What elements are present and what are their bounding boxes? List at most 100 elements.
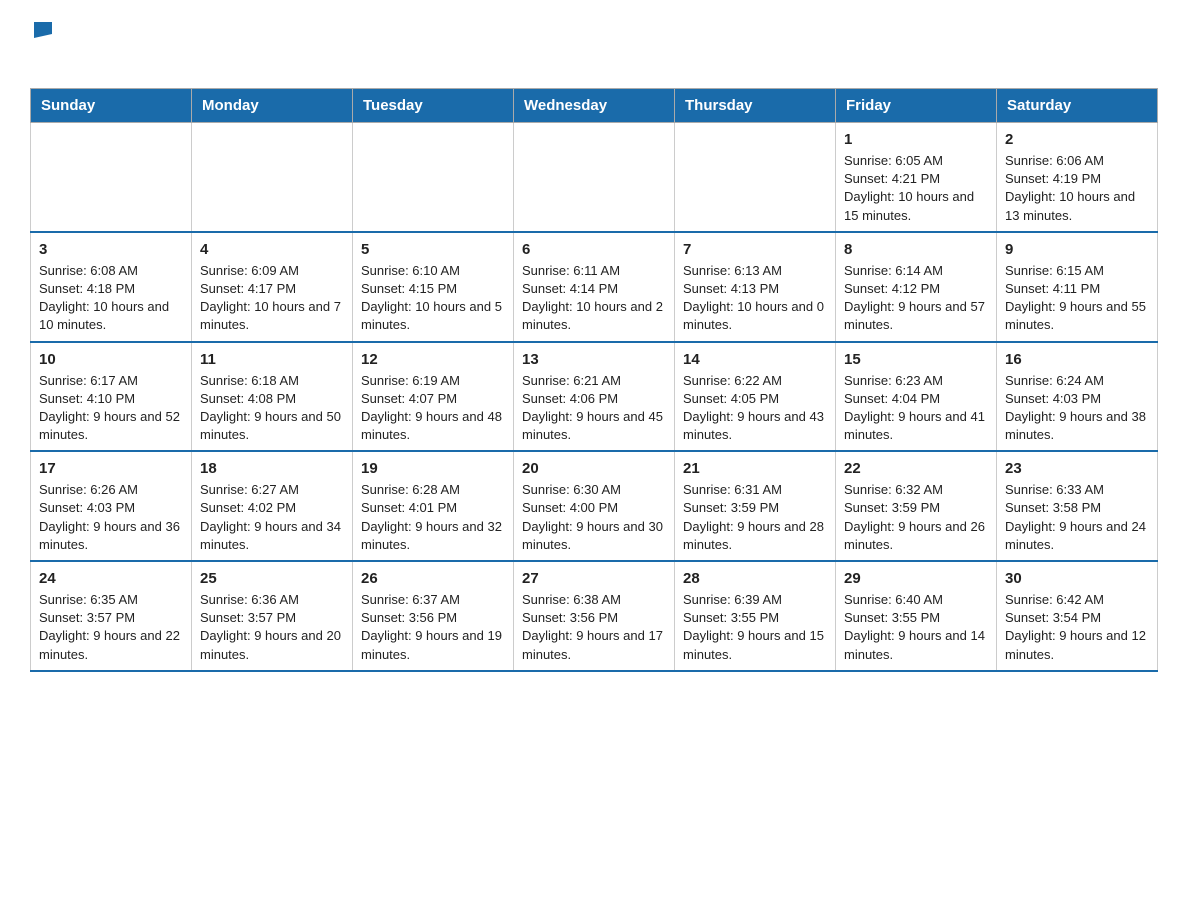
day-info: Sunrise: 6:30 AM Sunset: 4:00 PM Dayligh…	[522, 482, 663, 552]
day-number: 8	[844, 239, 988, 260]
calendar-cell: 1 Sunrise: 6:05 AM Sunset: 4:21 PM Daylig…	[836, 123, 997, 232]
calendar-cell	[514, 123, 675, 232]
day-number: 9	[1005, 239, 1149, 260]
weekday-header-monday: Monday	[192, 89, 353, 123]
day-number: 22	[844, 458, 988, 479]
day-number: 30	[1005, 568, 1149, 589]
day-number: 24	[39, 568, 183, 589]
day-number: 4	[200, 239, 344, 260]
day-number: 2	[1005, 129, 1149, 150]
day-number: 16	[1005, 349, 1149, 370]
calendar-cell: 22 Sunrise: 6:32 AM Sunset: 3:59 PM Dayli…	[836, 451, 997, 561]
calendar-cell: 27 Sunrise: 6:38 AM Sunset: 3:56 PM Dayli…	[514, 561, 675, 671]
calendar-cell: 25Sunrise: 6:36 AM Sunset: 3:57 PM Dayli…	[192, 561, 353, 671]
calendar-cell	[353, 123, 514, 232]
day-number: 6	[522, 239, 666, 260]
day-info: Sunrise: 6:05 AM Sunset: 4:21 PM Dayligh…	[844, 153, 974, 223]
calendar-cell: 18 Sunrise: 6:27 AM Sunset: 4:02 PM Dayli…	[192, 451, 353, 561]
day-number: 1	[844, 129, 988, 150]
day-number: 23	[1005, 458, 1149, 479]
day-info: Sunrise: 6:42 AM Sunset: 3:54 PM Dayligh…	[1005, 592, 1146, 662]
calendar-cell: 14 Sunrise: 6:22 AM Sunset: 4:05 PM Dayli…	[675, 342, 836, 452]
calendar-cell: 29 Sunrise: 6:40 AM Sunset: 3:55 PM Dayli…	[836, 561, 997, 671]
calendar-cell	[675, 123, 836, 232]
week-row-5: 24 Sunrise: 6:35 AM Sunset: 3:57 PM Dayli…	[31, 561, 1158, 671]
day-number: 20	[522, 458, 666, 479]
day-info: Sunrise: 6:35 AM Sunset: 3:57 PM Dayligh…	[39, 592, 180, 662]
day-number: 12	[361, 349, 505, 370]
calendar-cell: 28 Sunrise: 6:39 AM Sunset: 3:55 PM Dayli…	[675, 561, 836, 671]
day-number: 5	[361, 239, 505, 260]
calendar-cell: 21 Sunrise: 6:31 AM Sunset: 3:59 PM Dayli…	[675, 451, 836, 561]
page-header	[30, 20, 1158, 68]
day-number: 26	[361, 568, 505, 589]
calendar-cell: 13 Sunrise: 6:21 AM Sunset: 4:06 PM Dayli…	[514, 342, 675, 452]
day-info: Sunrise: 6:11 AM Sunset: 4:14 PM Dayligh…	[522, 263, 663, 333]
day-number: 7	[683, 239, 827, 260]
week-row-2: 3 Sunrise: 6:08 AM Sunset: 4:18 PM Daylig…	[31, 232, 1158, 342]
day-info: Sunrise: 6:18 AM Sunset: 4:08 PM Dayligh…	[200, 373, 341, 443]
day-number: 15	[844, 349, 988, 370]
week-row-4: 17Sunrise: 6:26 AM Sunset: 4:03 PM Dayli…	[31, 451, 1158, 561]
day-info: Sunrise: 6:08 AM Sunset: 4:18 PM Dayligh…	[39, 263, 169, 333]
day-info: Sunrise: 6:23 AM Sunset: 4:04 PM Dayligh…	[844, 373, 985, 443]
day-info: Sunrise: 6:37 AM Sunset: 3:56 PM Dayligh…	[361, 592, 502, 662]
day-info: Sunrise: 6:40 AM Sunset: 3:55 PM Dayligh…	[844, 592, 985, 662]
calendar-cell: 3 Sunrise: 6:08 AM Sunset: 4:18 PM Daylig…	[31, 232, 192, 342]
day-number: 18	[200, 458, 344, 479]
weekday-header-tuesday: Tuesday	[353, 89, 514, 123]
day-info: Sunrise: 6:15 AM Sunset: 4:11 PM Dayligh…	[1005, 263, 1146, 333]
calendar-cell: 24 Sunrise: 6:35 AM Sunset: 3:57 PM Dayli…	[31, 561, 192, 671]
calendar-cell: 5 Sunrise: 6:10 AM Sunset: 4:15 PM Daylig…	[353, 232, 514, 342]
calendar-cell: 26 Sunrise: 6:37 AM Sunset: 3:56 PM Dayli…	[353, 561, 514, 671]
logo-flag-icon	[32, 20, 54, 42]
day-info: Sunrise: 6:31 AM Sunset: 3:59 PM Dayligh…	[683, 482, 824, 552]
day-info: Sunrise: 6:28 AM Sunset: 4:01 PM Dayligh…	[361, 482, 502, 552]
day-number: 21	[683, 458, 827, 479]
calendar-cell: 30 Sunrise: 6:42 AM Sunset: 3:54 PM Dayli…	[997, 561, 1158, 671]
calendar-table: SundayMondayTuesdayWednesdayThursdayFrid…	[30, 88, 1158, 672]
calendar-cell	[192, 123, 353, 232]
weekday-header-friday: Friday	[836, 89, 997, 123]
calendar-cell: 8 Sunrise: 6:14 AM Sunset: 4:12 PM Daylig…	[836, 232, 997, 342]
calendar-cell: 4Sunrise: 6:09 AM Sunset: 4:17 PM Daylig…	[192, 232, 353, 342]
weekday-header-sunday: Sunday	[31, 89, 192, 123]
day-number: 3	[39, 239, 183, 260]
calendar-cell: 11 Sunrise: 6:18 AM Sunset: 4:08 PM Dayli…	[192, 342, 353, 452]
day-info: Sunrise: 6:17 AM Sunset: 4:10 PM Dayligh…	[39, 373, 180, 443]
calendar-cell	[31, 123, 192, 232]
day-info: Sunrise: 6:26 AM Sunset: 4:03 PM Dayligh…	[39, 482, 180, 552]
day-info: Sunrise: 6:33 AM Sunset: 3:58 PM Dayligh…	[1005, 482, 1146, 552]
weekday-header-saturday: Saturday	[997, 89, 1158, 123]
weekday-header-wednesday: Wednesday	[514, 89, 675, 123]
day-number: 29	[844, 568, 988, 589]
calendar-cell: 6 Sunrise: 6:11 AM Sunset: 4:14 PM Daylig…	[514, 232, 675, 342]
day-number: 14	[683, 349, 827, 370]
calendar-cell: 7 Sunrise: 6:13 AM Sunset: 4:13 PM Daylig…	[675, 232, 836, 342]
day-info: Sunrise: 6:14 AM Sunset: 4:12 PM Dayligh…	[844, 263, 985, 333]
day-info: Sunrise: 6:06 AM Sunset: 4:19 PM Dayligh…	[1005, 153, 1135, 223]
day-number: 27	[522, 568, 666, 589]
day-number: 11	[200, 349, 344, 370]
weekday-header-thursday: Thursday	[675, 89, 836, 123]
day-info: Sunrise: 6:21 AM Sunset: 4:06 PM Dayligh…	[522, 373, 663, 443]
day-info: Sunrise: 6:10 AM Sunset: 4:15 PM Dayligh…	[361, 263, 502, 333]
day-info: Sunrise: 6:27 AM Sunset: 4:02 PM Dayligh…	[200, 482, 341, 552]
day-info: Sunrise: 6:39 AM Sunset: 3:55 PM Dayligh…	[683, 592, 824, 662]
calendar-cell: 17Sunrise: 6:26 AM Sunset: 4:03 PM Dayli…	[31, 451, 192, 561]
day-number: 19	[361, 458, 505, 479]
calendar-cell: 12 Sunrise: 6:19 AM Sunset: 4:07 PM Dayli…	[353, 342, 514, 452]
week-row-3: 10Sunrise: 6:17 AM Sunset: 4:10 PM Dayli…	[31, 342, 1158, 452]
day-number: 28	[683, 568, 827, 589]
day-info: Sunrise: 6:38 AM Sunset: 3:56 PM Dayligh…	[522, 592, 663, 662]
calendar-cell: 19 Sunrise: 6:28 AM Sunset: 4:01 PM Dayli…	[353, 451, 514, 561]
calendar-cell: 9 Sunrise: 6:15 AM Sunset: 4:11 PM Daylig…	[997, 232, 1158, 342]
day-info: Sunrise: 6:13 AM Sunset: 4:13 PM Dayligh…	[683, 263, 824, 333]
day-info: Sunrise: 6:32 AM Sunset: 3:59 PM Dayligh…	[844, 482, 985, 552]
calendar-cell: 20 Sunrise: 6:30 AM Sunset: 4:00 PM Dayli…	[514, 451, 675, 561]
day-number: 13	[522, 349, 666, 370]
day-info: Sunrise: 6:19 AM Sunset: 4:07 PM Dayligh…	[361, 373, 502, 443]
day-info: Sunrise: 6:22 AM Sunset: 4:05 PM Dayligh…	[683, 373, 824, 443]
calendar-cell: 16Sunrise: 6:24 AM Sunset: 4:03 PM Dayli…	[997, 342, 1158, 452]
weekday-header-row: SundayMondayTuesdayWednesdayThursdayFrid…	[31, 89, 1158, 123]
